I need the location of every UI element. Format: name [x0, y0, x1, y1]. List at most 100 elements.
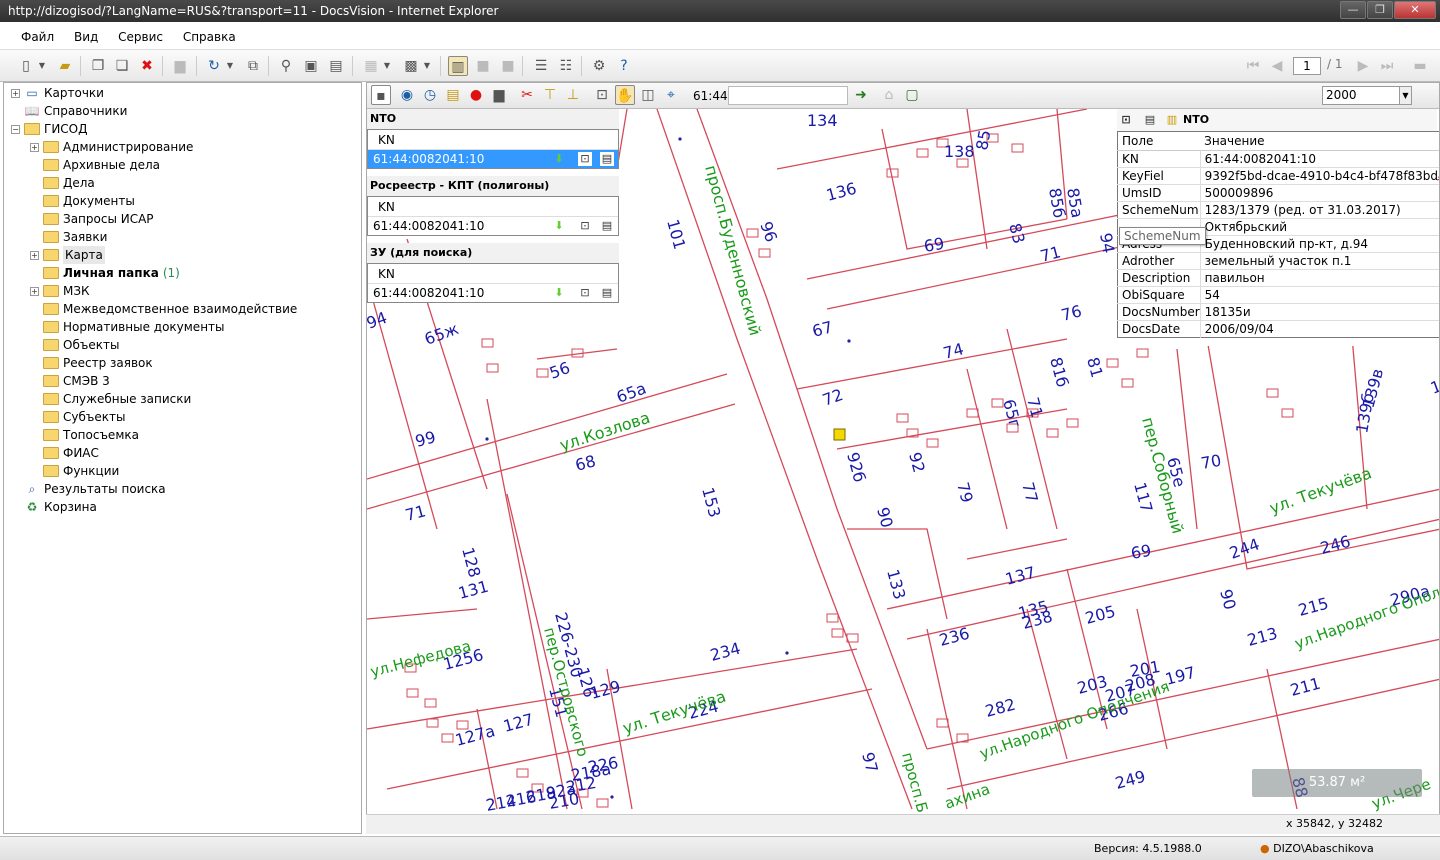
clock-icon[interactable]: ◷ [420, 85, 440, 105]
clear-selection-icon[interactable]: ✂ [517, 85, 537, 105]
menu-view[interactable]: Вид [74, 30, 98, 44]
view-split-icon[interactable]: ■ [473, 56, 493, 76]
attribute-row[interactable]: UmsID 500009896 [1117, 184, 1439, 202]
menu-service[interactable]: Сервис [118, 30, 163, 44]
send-icon[interactable]: ▩ [401, 56, 421, 76]
dropdown-arrow-icon[interactable]: ▼ [36, 56, 48, 76]
view-full-icon[interactable]: ■ [498, 56, 518, 76]
tree-item[interactable]: Личная папка (1) [30, 264, 180, 282]
layer-result-row[interactable]: 61:44:0082041:10 ⬇ ⊡ ▤ [368, 150, 618, 168]
find-folder-icon[interactable]: ▤ [326, 56, 346, 76]
dropdown-arrow-icon[interactable]: ▼ [421, 56, 433, 76]
tree-item[interactable]: Архивные дела [30, 156, 160, 174]
layers-icon[interactable]: ▤ [443, 85, 463, 105]
legend-icon[interactable]: ● [466, 85, 486, 105]
tree-item[interactable]: СМЭВ 3 [30, 372, 110, 390]
attribute-row[interactable]: SchemeNum 1283/1379 (ред. от 31.03.2017) [1117, 201, 1439, 219]
attribute-row[interactable]: Description павильон [1117, 269, 1439, 287]
tree-item[interactable]: + МЗК [30, 282, 90, 300]
locate-icon[interactable]: ⌖ [661, 85, 681, 105]
download-icon[interactable]: ⬇ [552, 219, 566, 233]
card-icon[interactable]: ▤ [600, 152, 614, 166]
list-icon[interactable]: ☰ [531, 56, 551, 76]
download-icon[interactable]: ⬇ [552, 286, 566, 300]
delete-icon[interactable]: ✖ [137, 56, 157, 76]
tree-item[interactable]: Документы [30, 192, 135, 210]
tree-item[interactable]: + ▭ Карточки [11, 84, 104, 102]
tree-item[interactable]: ⌕ Результаты поиска [11, 480, 166, 498]
prev-page-icon[interactable]: ◀ [1267, 56, 1287, 76]
print-icon[interactable]: ▆ [170, 56, 190, 76]
attribute-row[interactable]: DocsDate 2006/09/04 [1117, 320, 1439, 338]
expand-icon[interactable]: + [11, 88, 20, 98]
menu-file[interactable]: Файл [21, 30, 54, 44]
tree-item[interactable]: Нормативные документы [30, 318, 225, 336]
scale-dropdown-icon[interactable]: ▼ [1399, 86, 1412, 105]
properties-icon[interactable]: ▦ [361, 56, 381, 76]
expand-icon[interactable]: + [30, 250, 39, 260]
new-document-icon[interactable]: ▯ [16, 56, 36, 76]
tree-item[interactable]: Служебные записки [30, 390, 191, 408]
tree-item[interactable]: 📖 Справочники [11, 102, 128, 120]
layer-result-row[interactable]: 61:44:0082041:10 ⬇ ⊡ ▤ [368, 217, 618, 235]
zoom-to-icon[interactable]: ⊡ [578, 286, 592, 300]
dropdown-arrow-icon[interactable]: ▼ [224, 56, 236, 76]
zoom-extent-icon[interactable]: ◫ [638, 85, 658, 105]
tree-item[interactable]: Заявки [30, 228, 107, 246]
refresh-icon[interactable]: ↻ [204, 56, 224, 76]
expand-icon[interactable]: + [30, 286, 39, 296]
lock-icon[interactable]: ▪ [371, 85, 391, 105]
view-mode-icon[interactable]: ▥ [448, 56, 468, 76]
settings-icon[interactable]: ⚙ [589, 56, 609, 76]
expand-icon[interactable]: + [30, 142, 39, 152]
measure-icon[interactable]: ⊤ [540, 85, 560, 105]
cadastral-number-input[interactable] [728, 86, 848, 105]
open-folder-icon[interactable]: ▰ [55, 56, 75, 76]
paste-icon[interactable]: ❏ [112, 56, 132, 76]
tree-item[interactable]: + Администрирование [30, 138, 193, 156]
tree-item[interactable]: + Карта [30, 246, 105, 264]
zoom-to-icon[interactable]: ⊡ [578, 152, 592, 166]
tree-item[interactable]: ♻ Корзина [11, 498, 97, 516]
tree-item[interactable]: Реестр заявок [30, 354, 153, 372]
download-icon[interactable]: ⬇ [552, 152, 566, 166]
tree-item[interactable]: Объекты [30, 336, 119, 354]
select-area-icon[interactable]: ▢ [902, 85, 922, 105]
print-map-icon[interactable]: ▆ [489, 85, 509, 105]
card-icon[interactable]: ▤ [600, 286, 614, 300]
page-number-input[interactable]: 1 [1293, 57, 1321, 75]
card-icon[interactable]: ▤ [600, 219, 614, 233]
attribute-row[interactable]: DocsNumber 18135и [1117, 303, 1439, 321]
maximize-button[interactable]: ❐ [1367, 1, 1393, 19]
collapse-icon[interactable]: − [11, 124, 20, 134]
tree-item[interactable]: Топосъемка [30, 426, 139, 444]
zoom-to-icon[interactable]: ⊡ [578, 219, 592, 233]
zoom-window-icon[interactable]: ⊡ [592, 85, 612, 105]
menu-help[interactable]: Справка [183, 30, 236, 44]
tree-item[interactable]: Запросы ИСАР [30, 210, 154, 228]
tree-item[interactable]: − ГИСОД [11, 120, 88, 138]
info-icon[interactable]: ◉ [397, 85, 417, 105]
tree-item[interactable]: Межведомственное взаимодействие [30, 300, 297, 318]
minimize-button[interactable]: — [1340, 1, 1366, 19]
dropdown-arrow-icon[interactable]: ▼ [381, 56, 393, 76]
close-button[interactable]: ✕ [1394, 1, 1436, 19]
tree-item[interactable]: Субъекты [30, 408, 125, 426]
zoom-to-icon[interactable]: ⊡ [1119, 113, 1133, 127]
tree-item[interactable]: Дела [30, 174, 95, 192]
details-icon[interactable]: ☷ [556, 56, 576, 76]
tree-item[interactable]: Функции [30, 462, 119, 480]
attribute-row[interactable]: ObiSquare 54 [1117, 286, 1439, 304]
attribute-row[interactable]: KN 61:44:0082041:10 [1117, 150, 1439, 168]
first-page-icon[interactable]: ⏮ [1243, 56, 1263, 76]
layer-result-row[interactable]: 61:44:0082041:10 ⬇ ⊡ ▤ [368, 284, 618, 302]
next-page-icon[interactable]: ▶ [1353, 56, 1373, 76]
measure-area-icon[interactable]: ⊥ [563, 85, 583, 105]
help-icon[interactable]: ? [614, 56, 634, 76]
attribute-row[interactable]: Adrother земельный участок п.1 [1117, 252, 1439, 270]
search-icon[interactable]: ⚲ [276, 56, 296, 76]
last-page-icon[interactable]: ⏭ [1377, 56, 1397, 76]
card-icon[interactable]: ▤ [1143, 113, 1157, 127]
open-window-icon[interactable]: ⧉ [243, 56, 263, 76]
copy-icon[interactable]: ❐ [88, 56, 108, 76]
